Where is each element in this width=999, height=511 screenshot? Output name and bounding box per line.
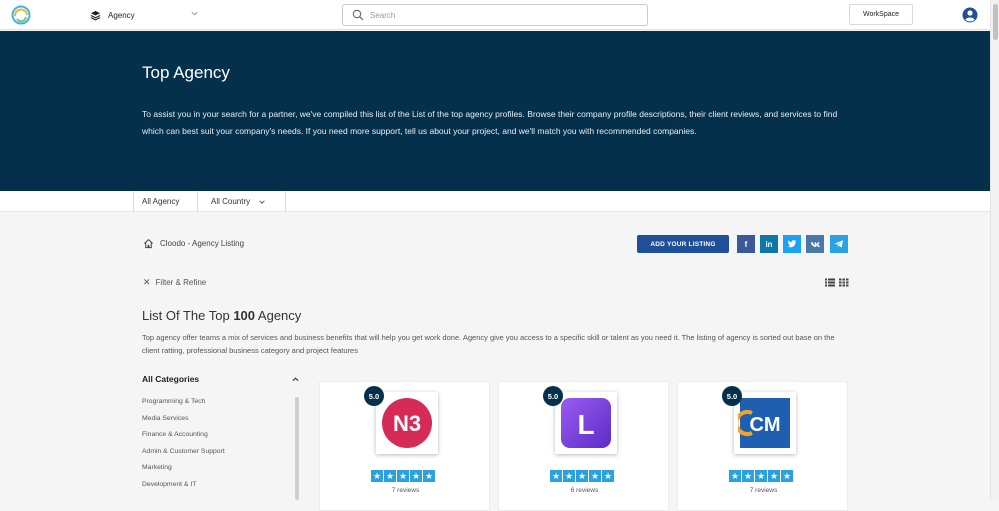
star-icon: ★ bbox=[397, 470, 409, 482]
grid-view-icon[interactable] bbox=[839, 278, 849, 287]
rating-score-badge: 5.0 bbox=[364, 386, 384, 406]
all-country-label: All Country bbox=[211, 197, 251, 206]
l-logo-icon: L bbox=[561, 398, 611, 448]
categories-heading[interactable]: All Categories bbox=[142, 374, 199, 384]
hero-banner: Top Agency To assist you in your search … bbox=[0, 31, 990, 191]
review-count[interactable]: 7 reviews bbox=[320, 487, 491, 494]
category-item[interactable]: Admin & Customer Support bbox=[142, 448, 225, 455]
rating-score-badge: 5.0 bbox=[543, 386, 563, 406]
filter-refine-toggle[interactable]: ✕ Filter & Refine bbox=[143, 277, 206, 288]
layers-icon bbox=[90, 10, 101, 21]
twitter-share-icon[interactable] bbox=[783, 235, 801, 253]
vk-logo-icon bbox=[810, 241, 820, 247]
category-item[interactable]: Marketing bbox=[142, 464, 172, 471]
agency-logo[interactable]: CM bbox=[734, 392, 796, 454]
list-grid-view-toggle[interactable] bbox=[825, 278, 849, 287]
category-item[interactable]: Programming & Tech bbox=[142, 398, 205, 405]
user-account-icon[interactable] bbox=[962, 7, 978, 23]
l-logo-text: L bbox=[577, 409, 594, 440]
agency-logo[interactable]: L bbox=[555, 392, 617, 454]
search-input[interactable] bbox=[370, 8, 630, 22]
hero-description: To assist you in your search for a partn… bbox=[142, 109, 838, 136]
cm-logo-text: CM bbox=[749, 414, 780, 436]
agency-selector-label: Agency bbox=[108, 10, 135, 20]
listing-title-prefix: List Of The Top bbox=[142, 308, 230, 323]
filter-bar: All Agency All Country bbox=[0, 191, 990, 212]
category-item[interactable]: Finance & Accounting bbox=[142, 431, 208, 438]
review-count[interactable]: 7 reviews bbox=[678, 487, 849, 494]
star-icon: ★ bbox=[423, 470, 435, 482]
cloodo-logo[interactable] bbox=[11, 5, 31, 25]
linkedin-glyph: in bbox=[765, 239, 773, 249]
star-icon: ★ bbox=[781, 470, 793, 482]
chevron-down-icon bbox=[259, 199, 265, 204]
filter-divider bbox=[285, 191, 286, 212]
listing-description: Top agency offer teams a mix of services… bbox=[142, 333, 835, 355]
category-item[interactable]: Development & IT bbox=[142, 481, 196, 488]
add-your-listing-button[interactable]: ADD YOUR LISTING bbox=[637, 235, 729, 253]
home-icon bbox=[144, 238, 153, 249]
breadcrumb-text: Cloodo - Agency Listing bbox=[160, 239, 245, 248]
close-icon: ✕ bbox=[143, 277, 151, 287]
n3-logo-icon: N3 bbox=[382, 398, 432, 448]
facebook-share-icon[interactable]: f bbox=[737, 235, 755, 253]
rating-stars: ★ ★ ★ ★ ★ bbox=[371, 470, 435, 482]
telegram-share-icon[interactable] bbox=[830, 235, 848, 253]
telegram-plane-icon bbox=[834, 240, 843, 248]
page-scrollbar[interactable] bbox=[990, 0, 999, 500]
page-title: Top Agency bbox=[142, 63, 230, 82]
star-icon: ★ bbox=[589, 470, 601, 482]
vk-share-icon[interactable] bbox=[806, 235, 824, 253]
rating-stars: ★ ★ ★ ★ ★ bbox=[729, 470, 793, 482]
listing-title: List Of The Top 100 Agency bbox=[142, 308, 301, 323]
n3-logo-text: N3 bbox=[393, 411, 421, 436]
star-icon: ★ bbox=[755, 470, 767, 482]
breadcrumb[interactable]: Cloodo - Agency Listing bbox=[143, 238, 244, 249]
star-icon: ★ bbox=[742, 470, 754, 482]
star-icon: ★ bbox=[410, 470, 422, 482]
chevron-down-icon bbox=[191, 11, 198, 16]
star-icon: ★ bbox=[550, 470, 562, 482]
chevron-up-icon[interactable] bbox=[292, 376, 299, 382]
agency-card[interactable]: 5.0 L ★ ★ ★ ★ ★ 6 reviews bbox=[498, 381, 669, 511]
review-count[interactable]: 6 reviews bbox=[499, 487, 670, 494]
star-icon: ★ bbox=[602, 470, 614, 482]
listing-title-number: 100 bbox=[233, 308, 256, 323]
search-box[interactable] bbox=[342, 4, 648, 26]
rating-stars: ★ ★ ★ ★ ★ bbox=[550, 470, 614, 482]
star-icon: ★ bbox=[371, 470, 383, 482]
search-icon bbox=[352, 9, 364, 21]
star-icon: ★ bbox=[384, 470, 396, 482]
twitter-bird-icon bbox=[787, 240, 797, 248]
category-item[interactable]: Media Services bbox=[142, 415, 188, 422]
agency-card[interactable]: 5.0 CM ★ ★ ★ ★ ★ 7 reviews bbox=[677, 381, 848, 511]
rating-score-badge: 5.0 bbox=[722, 386, 742, 406]
filter-divider bbox=[197, 191, 198, 212]
categories-scrollbar[interactable] bbox=[295, 397, 299, 500]
agency-card[interactable]: 5.0 N3 ★ ★ ★ ★ ★ 7 reviews bbox=[319, 381, 490, 511]
list-view-icon[interactable] bbox=[825, 278, 835, 287]
agency-logo[interactable]: N3 bbox=[376, 392, 438, 454]
top-navbar: Agency WorkSpace bbox=[0, 0, 999, 30]
all-agency-filter[interactable]: All Agency bbox=[142, 191, 179, 212]
workspace-button[interactable]: WorkSpace bbox=[849, 4, 913, 25]
facebook-glyph: f bbox=[744, 239, 748, 249]
linkedin-share-icon[interactable]: in bbox=[760, 235, 778, 253]
star-icon: ★ bbox=[768, 470, 780, 482]
page-scrollbar-thumb[interactable] bbox=[993, 4, 998, 40]
listing-title-suffix: Agency bbox=[257, 308, 302, 323]
filter-divider bbox=[133, 191, 134, 212]
all-agency-label: All Agency bbox=[142, 197, 180, 206]
all-country-filter[interactable]: All Country bbox=[211, 191, 266, 212]
cm-logo-icon: CM bbox=[738, 398, 790, 448]
star-icon: ★ bbox=[563, 470, 575, 482]
star-icon: ★ bbox=[576, 470, 588, 482]
filter-refine-label: Filter & Refine bbox=[155, 278, 207, 287]
star-icon: ★ bbox=[729, 470, 741, 482]
agency-selector[interactable]: Agency bbox=[90, 8, 198, 22]
